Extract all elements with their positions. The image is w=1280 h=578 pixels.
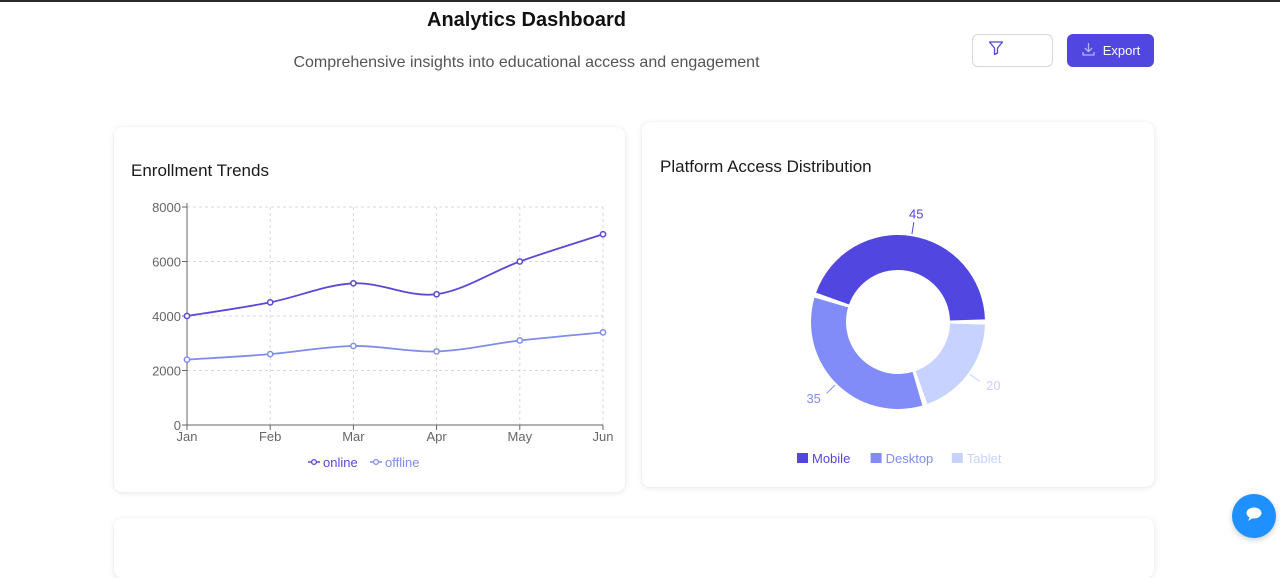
x-tick-label: Jun	[593, 429, 614, 444]
pie-label-line-desktop	[826, 384, 836, 394]
data-point-offline	[433, 348, 440, 355]
series-line-online	[186, 233, 604, 317]
legend-label-mobile: Mobile	[812, 451, 850, 466]
enrollment-trends-chart: 02000400060008000Jan Feb Mar Apr May Junonlin…	[152, 200, 614, 470]
legend-dot-online	[310, 458, 318, 466]
legend-label-tablet: Tablet	[967, 451, 1002, 466]
enrollment-trends-card: Enrollment Trends 0 2000 4000 6000 8000 Jan Fe…	[114, 127, 625, 492]
chat-bubble-icon	[1244, 505, 1264, 528]
y-tick-label: 6000	[152, 255, 181, 270]
chat-button[interactable]	[1232, 494, 1276, 538]
page-subtitle: Comprehensive insights into educational …	[293, 54, 760, 71]
data-point-online	[266, 299, 274, 306]
legend-swatch-desktop	[870, 453, 882, 463]
data-point-offline	[599, 329, 607, 336]
data-point-online	[433, 290, 440, 298]
x-tick-label: Mar	[342, 429, 365, 444]
legend-label-offline: offline	[385, 455, 419, 470]
bottom-card	[114, 518, 1154, 578]
x-tick-label: Jan	[177, 429, 198, 444]
pie-label-mobile: 45	[909, 206, 923, 221]
data-point-offline	[350, 342, 357, 350]
y-tick-label: 2000	[152, 364, 181, 379]
pie-label-line-mobile	[911, 222, 915, 235]
legend-swatch-tablet	[951, 453, 963, 463]
pie-label-desktop: 35	[806, 391, 820, 406]
download-icon	[1081, 42, 1096, 60]
legend-label-online: online	[323, 455, 358, 470]
data-point-online	[350, 279, 357, 287]
x-tick-label: Feb	[259, 429, 281, 444]
data-point-online	[183, 312, 191, 320]
data-point-offline	[183, 356, 191, 363]
legend-swatch-mobile	[797, 453, 808, 463]
data-point-online	[599, 230, 607, 238]
pie-label-tablet: 20	[986, 378, 1000, 393]
page-title: Analytics Dashboard	[427, 9, 626, 31]
platform-access-chart: 45 35 20 Mobile Desktop Tablet	[797, 206, 1002, 466]
filter-icon	[988, 40, 1004, 61]
pie-label-line-tablet	[969, 373, 981, 382]
data-point-offline	[516, 337, 524, 344]
y-tick-label: 8000	[152, 200, 181, 215]
data-point-online	[516, 258, 524, 265]
pie-slice-tablet	[915, 323, 985, 404]
export-button-label: Export	[1102, 43, 1141, 58]
filter-button[interactable]	[972, 34, 1053, 67]
legend-dot-offline	[372, 458, 380, 466]
x-tick-label: Apr	[426, 429, 447, 444]
platform-access-card: Platform Access Distribution 45 35 20 Mobil…	[642, 122, 1154, 487]
top-border	[0, 0, 1280, 2]
y-tick-label: 4000	[152, 309, 181, 324]
legend-label-desktop: Desktop	[886, 451, 934, 466]
series-line-offline	[186, 331, 604, 361]
export-button[interactable]: Export	[1067, 34, 1154, 67]
x-tick-label: May	[508, 429, 533, 444]
data-point-offline	[266, 350, 274, 358]
